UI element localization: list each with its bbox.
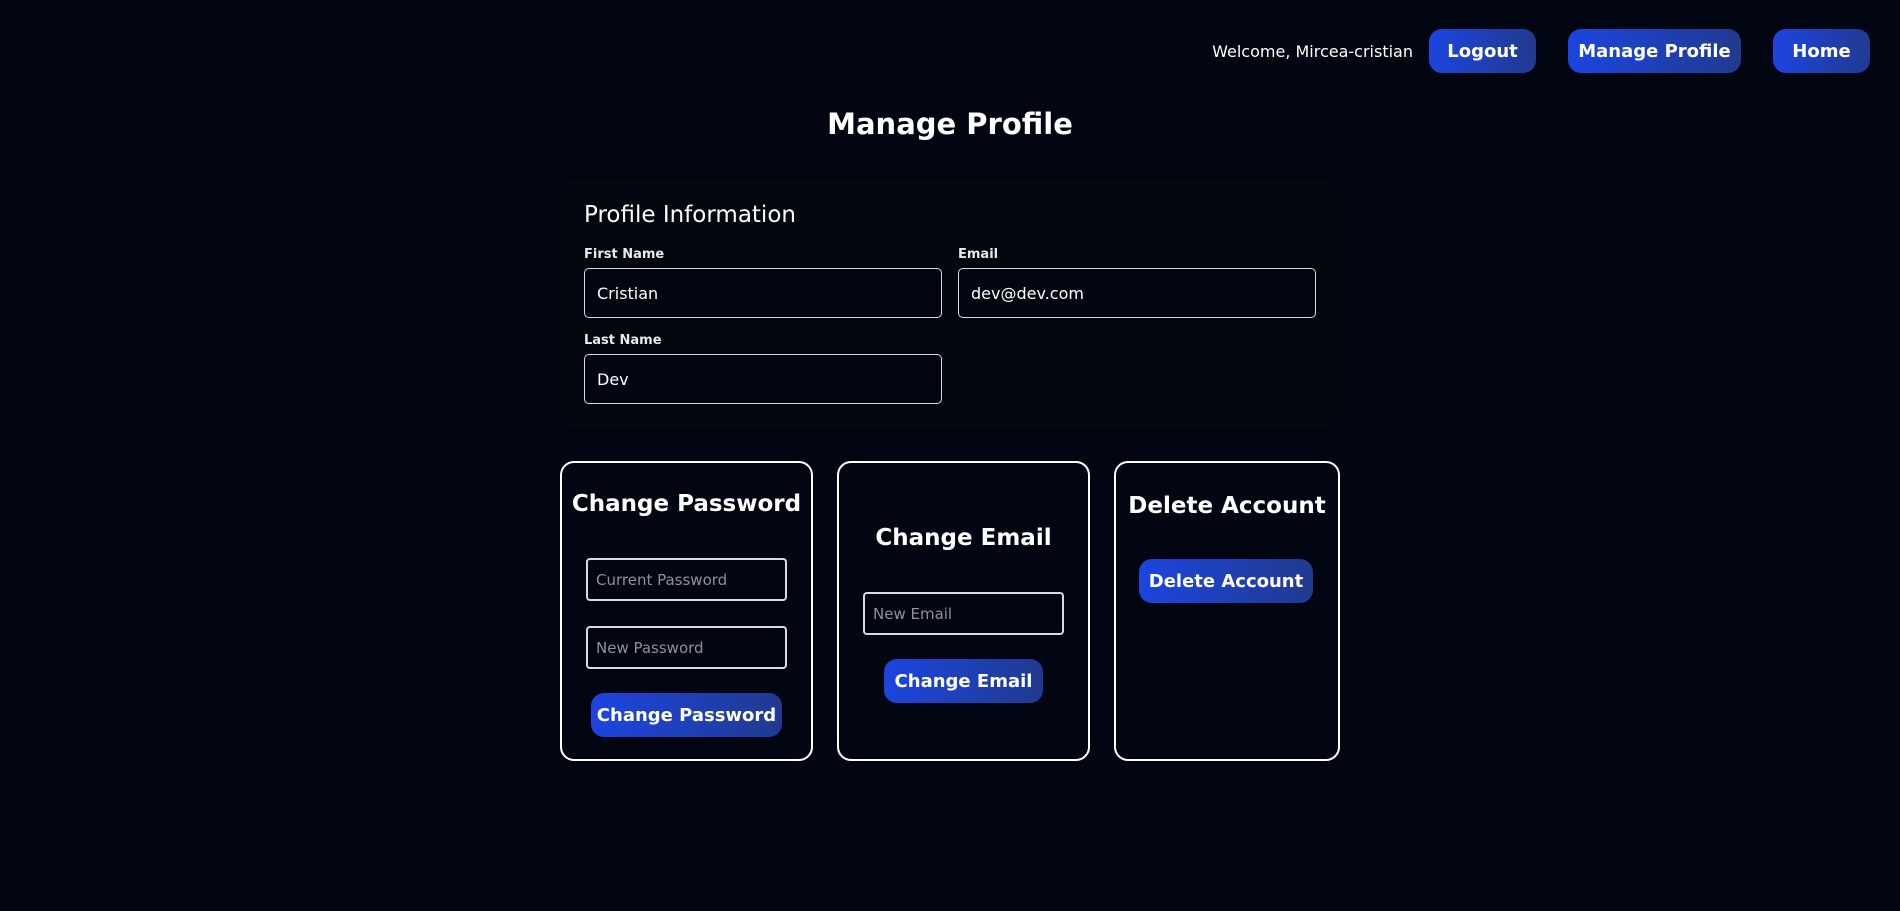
first-name-label: First Name xyxy=(584,247,665,262)
current-password-input[interactable] xyxy=(586,558,787,601)
logout-button[interactable]: Logout xyxy=(1429,29,1536,73)
delete-account-button[interactable]: Delete Account xyxy=(1139,559,1313,603)
profile-information-heading: Profile Information xyxy=(584,202,796,228)
delete-account-card: Delete Account Delete Account xyxy=(1114,461,1340,761)
change-password-card: Change Password Change Password xyxy=(560,461,813,761)
change-email-card: Change Email Change Email xyxy=(837,461,1090,761)
email-label: Email xyxy=(958,247,999,262)
profile-information-card: Profile Information First Name Email Las… xyxy=(558,180,1340,428)
first-name-field: First Name xyxy=(584,247,942,318)
change-password-title: Change Password xyxy=(571,491,802,517)
change-email-button[interactable]: Change Email xyxy=(884,659,1043,703)
page-title: Manage Profile xyxy=(827,107,1073,141)
new-email-input[interactable] xyxy=(863,592,1064,635)
last-name-label: Last Name xyxy=(584,333,662,348)
top-nav: Welcome, Mircea-cristian Logout Manage P… xyxy=(1212,29,1870,73)
welcome-text: Welcome, Mircea-cristian xyxy=(1212,41,1413,61)
change-email-title: Change Email xyxy=(875,525,1052,551)
email-input[interactable] xyxy=(958,268,1316,318)
change-password-button[interactable]: Change Password xyxy=(591,693,782,737)
last-name-input[interactable] xyxy=(584,354,942,404)
first-name-input[interactable] xyxy=(584,268,942,318)
manage-profile-button[interactable]: Manage Profile xyxy=(1568,29,1741,73)
email-field: Email xyxy=(958,247,1316,318)
delete-account-title: Delete Account xyxy=(1128,493,1326,519)
manage-profile-page: Welcome, Mircea-cristian Logout Manage P… xyxy=(0,0,1900,911)
last-name-field: Last Name xyxy=(584,333,942,404)
home-button[interactable]: Home xyxy=(1773,29,1870,73)
new-password-input[interactable] xyxy=(586,626,787,669)
